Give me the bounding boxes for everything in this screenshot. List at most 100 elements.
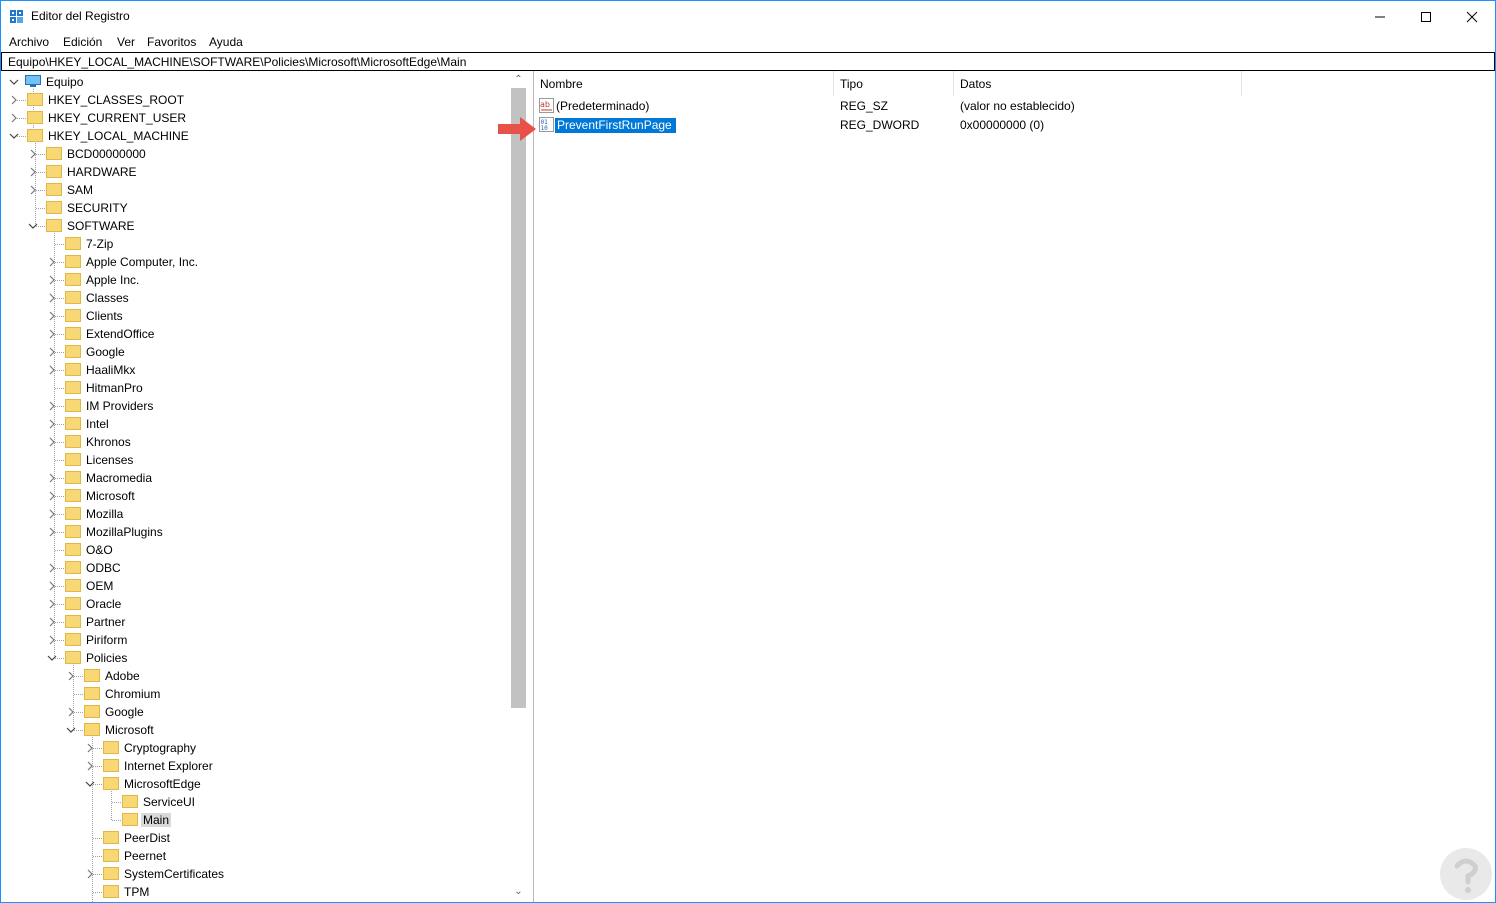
tree-node[interactable]: MozillaPlugins bbox=[1, 523, 506, 541]
expand-chevron-right-icon[interactable] bbox=[66, 667, 76, 685]
expand-chevron-right-icon[interactable] bbox=[28, 181, 38, 199]
expand-chevron-right-icon[interactable] bbox=[9, 91, 19, 109]
expand-chevron-right-icon[interactable] bbox=[28, 163, 38, 181]
tree-node[interactable]: HKEY_CLASSES_ROOT bbox=[1, 91, 506, 109]
menu-ayuda[interactable]: Ayuda bbox=[209, 35, 243, 49]
minimize-button[interactable] bbox=[1357, 1, 1403, 32]
tree-node[interactable]: Main bbox=[1, 811, 506, 829]
expand-chevron-right-icon[interactable] bbox=[47, 595, 57, 613]
tree-node[interactable]: 7-Zip bbox=[1, 235, 506, 253]
values-list-pane[interactable]: Nombre Tipo Datos ab (Predeterminado) RE… bbox=[534, 71, 1495, 902]
tree-node[interactable]: SystemCertificates bbox=[1, 865, 506, 883]
close-button[interactable] bbox=[1449, 1, 1495, 32]
expand-chevron-right-icon[interactable] bbox=[47, 253, 57, 271]
expand-chevron-right-icon[interactable] bbox=[47, 289, 57, 307]
scroll-down-arrow-icon[interactable]: ⌄ bbox=[510, 883, 527, 900]
expand-chevron-right-icon[interactable] bbox=[47, 343, 57, 361]
value-row-selected[interactable]: 01 10 PreventFirstRunPage REG_DWORD 0x00… bbox=[534, 116, 1334, 135]
tree-node[interactable]: Equipo bbox=[1, 73, 506, 91]
scrollbar-thumb[interactable] bbox=[511, 88, 526, 708]
scroll-up-arrow-icon[interactable]: ⌃ bbox=[510, 71, 527, 88]
tree-node[interactable]: HARDWARE bbox=[1, 163, 506, 181]
expand-chevron-down-icon[interactable] bbox=[66, 721, 76, 739]
value-row[interactable]: ab (Predeterminado) REG_SZ (valor no est… bbox=[534, 97, 1334, 116]
tree-node[interactable]: TPM bbox=[1, 883, 506, 901]
expand-chevron-down-icon[interactable] bbox=[47, 649, 57, 667]
expand-chevron-right-icon[interactable] bbox=[47, 487, 57, 505]
expand-chevron-right-icon[interactable] bbox=[85, 865, 95, 883]
tree-node[interactable]: MicrosoftEdge bbox=[1, 775, 506, 793]
tree-node[interactable]: SECURITY bbox=[1, 199, 506, 217]
tree-node[interactable]: Classes bbox=[1, 289, 506, 307]
tree-node[interactable]: HKEY_CURRENT_USER bbox=[1, 109, 506, 127]
expand-chevron-right-icon[interactable] bbox=[47, 415, 57, 433]
tree-node[interactable]: SAM bbox=[1, 181, 506, 199]
expand-chevron-down-icon[interactable] bbox=[85, 775, 95, 793]
tree-node[interactable]: Internet Explorer bbox=[1, 757, 506, 775]
tree-node[interactable]: Piriform bbox=[1, 631, 506, 649]
tree-node[interactable]: ServiceUI bbox=[1, 793, 506, 811]
tree-node[interactable]: Peernet bbox=[1, 847, 506, 865]
expand-chevron-right-icon[interactable] bbox=[47, 523, 57, 541]
menu-archivo[interactable]: Archivo bbox=[9, 35, 49, 49]
menu-favoritos[interactable]: Favoritos bbox=[147, 35, 196, 49]
expand-chevron-right-icon[interactable] bbox=[47, 577, 57, 595]
expand-chevron-right-icon[interactable] bbox=[47, 433, 57, 451]
maximize-button[interactable] bbox=[1403, 1, 1449, 32]
tree-node[interactable]: Google bbox=[1, 343, 506, 361]
tree-node[interactable]: Apple Computer, Inc. bbox=[1, 253, 506, 271]
expand-chevron-right-icon[interactable] bbox=[85, 757, 95, 775]
tree-node[interactable]: OEM bbox=[1, 577, 506, 595]
expand-chevron-right-icon[interactable] bbox=[66, 703, 76, 721]
tree-node[interactable]: Microsoft bbox=[1, 721, 506, 739]
expand-chevron-right-icon[interactable] bbox=[28, 145, 38, 163]
column-header-datos[interactable]: Datos bbox=[954, 71, 1242, 96]
tree-node[interactable]: BCD00000000 bbox=[1, 145, 506, 163]
tree-node[interactable]: ODBC bbox=[1, 559, 506, 577]
expand-chevron-down-icon[interactable] bbox=[9, 127, 19, 145]
expand-chevron-right-icon[interactable] bbox=[47, 325, 57, 343]
expand-chevron-right-icon[interactable] bbox=[9, 109, 19, 127]
address-bar[interactable]: Equipo\HKEY_LOCAL_MACHINE\SOFTWARE\Polic… bbox=[1, 52, 1495, 71]
tree-node[interactable]: O&O bbox=[1, 541, 506, 559]
expand-chevron-right-icon[interactable] bbox=[47, 361, 57, 379]
tree-node[interactable]: SOFTWARE bbox=[1, 217, 506, 235]
expand-chevron-down-icon[interactable] bbox=[28, 217, 38, 235]
expand-chevron-right-icon[interactable] bbox=[47, 397, 57, 415]
tree-vertical-scrollbar[interactable]: ⌃ ⌄ bbox=[510, 71, 527, 902]
tree-node[interactable]: HitmanPro bbox=[1, 379, 506, 397]
tree-node[interactable]: HaaliMkx bbox=[1, 361, 506, 379]
tree-node[interactable]: Mozilla bbox=[1, 505, 506, 523]
tree-node[interactable]: Clients bbox=[1, 307, 506, 325]
expand-chevron-right-icon[interactable] bbox=[47, 613, 57, 631]
tree-node[interactable]: Partner bbox=[1, 613, 506, 631]
tree-node[interactable]: Licenses bbox=[1, 451, 506, 469]
tree-node[interactable]: Intel bbox=[1, 415, 506, 433]
tree-node[interactable]: Apple Inc. bbox=[1, 271, 506, 289]
tree-node[interactable]: Macromedia bbox=[1, 469, 506, 487]
expand-chevron-right-icon[interactable] bbox=[47, 307, 57, 325]
tree-node[interactable]: Chromium bbox=[1, 685, 506, 703]
tree-node[interactable]: ExtendOffice bbox=[1, 325, 506, 343]
column-header-nombre[interactable]: Nombre bbox=[534, 71, 834, 96]
tree-node[interactable]: Oracle bbox=[1, 595, 506, 613]
tree-node[interactable]: IM Providers bbox=[1, 397, 506, 415]
expand-chevron-right-icon[interactable] bbox=[85, 739, 95, 757]
expand-chevron-right-icon[interactable] bbox=[47, 469, 57, 487]
tree-node[interactable]: HKEY_LOCAL_MACHINE bbox=[1, 127, 506, 145]
tree-node[interactable]: Policies bbox=[1, 649, 506, 667]
tree-node[interactable]: Google bbox=[1, 703, 506, 721]
tree-node[interactable]: Cryptography bbox=[1, 739, 506, 757]
expand-chevron-down-icon[interactable] bbox=[9, 73, 19, 91]
expand-chevron-right-icon[interactable] bbox=[47, 559, 57, 577]
tree-node[interactable]: Microsoft bbox=[1, 487, 506, 505]
expand-chevron-right-icon[interactable] bbox=[47, 631, 57, 649]
column-header-tipo[interactable]: Tipo bbox=[834, 71, 954, 96]
key-tree-pane[interactable]: ⌃ ⌄ Equipo HKEY_CLASSES_ROOT HKEY_CURRENT_… bbox=[1, 71, 529, 902]
tree-node[interactable]: PeerDist bbox=[1, 829, 506, 847]
tree-node[interactable]: Adobe bbox=[1, 667, 506, 685]
tree-node[interactable]: Khronos bbox=[1, 433, 506, 451]
menu-ver[interactable]: Ver bbox=[117, 35, 135, 49]
menu-edicion[interactable]: Edición bbox=[63, 35, 102, 49]
expand-chevron-right-icon[interactable] bbox=[47, 271, 57, 289]
